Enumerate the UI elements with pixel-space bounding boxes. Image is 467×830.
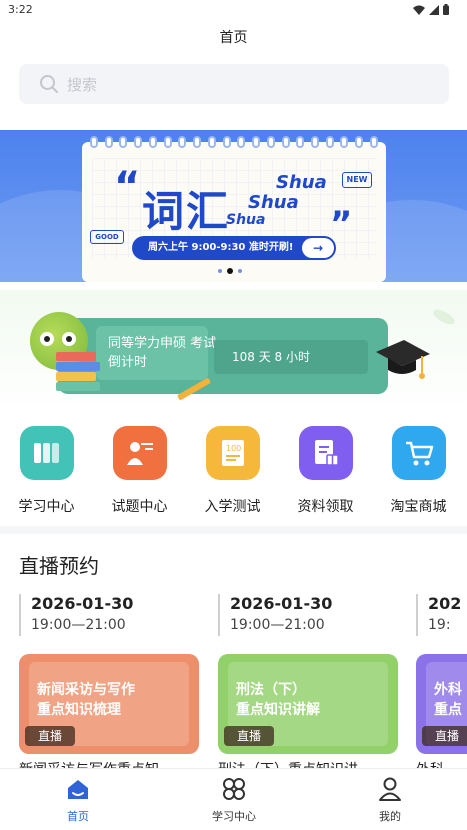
pagination-dot[interactable]	[238, 269, 242, 273]
signal-icon	[429, 4, 439, 15]
bottom-nav: 首页 学习中心 我的	[0, 768, 467, 830]
exam-paper-icon: 100	[205, 426, 260, 480]
quick-label: 试题中心	[111, 499, 168, 515]
quick-label: 资料领取	[297, 499, 354, 515]
quick-taobao-mall[interactable]: 淘宝商城	[372, 426, 465, 516]
app-screen: 3:22 首页 搜索 “ 词汇 Shua Shua Shua ” NEW GOO…	[0, 0, 467, 830]
shopping-cart-icon	[391, 426, 446, 480]
page-title: 首页	[219, 30, 248, 46]
live-tag: 直播	[224, 726, 274, 746]
svg-text:100: 100	[226, 444, 241, 453]
quick-materials[interactable]: 资料领取	[279, 426, 372, 516]
nav-home[interactable]: 首页	[18, 777, 138, 824]
banner-schedule-text: 周六上午 9:00-9:30 准时开刷!	[148, 242, 294, 253]
live-date: 2026-01-30	[31, 594, 134, 613]
banner-pagination	[218, 268, 242, 274]
quick-question-center[interactable]: 试题中心	[93, 426, 186, 516]
live-tag: 直播	[422, 726, 467, 746]
quick-study-center[interactable]: 学习中心	[0, 426, 93, 516]
nav-label: 学习中心	[212, 810, 256, 823]
books-stack-icon	[56, 352, 100, 391]
live-card-title-line: 刑法（下）	[236, 682, 306, 698]
exam-countdown-card[interactable]: 同等学力申硕 考试倒计时 108 天 8 小时	[0, 290, 467, 412]
countdown-label: 同等学力申硕 考试倒计时	[108, 336, 217, 370]
nav-study-center[interactable]: 学习中心	[174, 777, 294, 824]
section-divider	[0, 526, 467, 534]
live-item[interactable]: 2026-01-30 19:00—21:00 新闻采访与写作 重点知识梳理 直播…	[19, 594, 219, 774]
live-date: 202	[428, 594, 462, 613]
live-item[interactable]: 202 19: 外科 重点 直播 外科	[416, 594, 467, 774]
live-time: 19:	[428, 617, 451, 633]
promo-banner[interactable]: “ 词汇 Shua Shua Shua ” NEW GOOD 周六上午 9:00…	[0, 130, 467, 282]
search-placeholder: 搜索	[67, 75, 98, 94]
live-card-title-line: 重点	[434, 702, 462, 718]
grid-icon	[223, 778, 245, 800]
live-date-block: 202 19:	[416, 594, 467, 636]
graduation-cap-icon	[376, 340, 430, 379]
banner-brand-word: Shua	[248, 192, 299, 213]
status-bar: 3:22	[0, 0, 467, 22]
live-item[interactable]: 2026-01-30 19:00—21:00 刑法（下） 重点知识讲解 直播 刑…	[218, 594, 418, 774]
banner-schedule[interactable]: 周六上午 9:00-9:30 准时开刷! →	[132, 236, 336, 260]
wifi-icon	[413, 5, 425, 15]
live-time: 19:00—21:00	[230, 617, 325, 633]
open-quote-icon: “	[114, 164, 141, 210]
live-card-title: 新闻采访与写作 重点知识梳理	[37, 680, 135, 720]
document-gift-icon	[298, 426, 353, 480]
leaf-decoration	[431, 306, 457, 328]
search-input[interactable]: 搜索	[19, 64, 449, 104]
live-cover-card[interactable]: 外科 重点 直播	[416, 654, 467, 754]
user-icon	[379, 777, 401, 801]
nav-mine[interactable]: 我的	[330, 777, 450, 824]
live-card-title-line: 外科	[434, 682, 462, 698]
quick-label: 淘宝商城	[390, 499, 447, 515]
notebook-rings	[90, 136, 378, 150]
nav-label: 首页	[67, 810, 89, 823]
live-card-title-line: 重点知识梳理	[37, 702, 121, 718]
live-card-title: 刑法（下） 重点知识讲解	[236, 680, 320, 720]
live-card-title: 外科 重点	[434, 680, 462, 720]
banner-brand-word: Shua	[276, 172, 327, 193]
live-date-block: 2026-01-30 19:00—21:00	[19, 594, 219, 636]
teacher-icon	[112, 426, 167, 480]
good-tag: GOOD	[90, 230, 124, 244]
new-tag: NEW	[342, 172, 372, 188]
banner-brand-word: Shua	[226, 212, 266, 228]
status-time: 3:22	[8, 3, 33, 16]
live-cover-card[interactable]: 刑法（下） 重点知识讲解 直播	[218, 654, 398, 754]
quick-menu: 学习中心 试题中心 100 入学测试 资料领取 淘宝商城	[0, 426, 467, 518]
live-date-block: 2026-01-30 19:00—21:00	[218, 594, 418, 636]
live-section-title: 直播预约	[19, 554, 99, 578]
live-date: 2026-01-30	[230, 594, 333, 613]
banner-notebook-card: “ 词汇 Shua Shua Shua ” NEW GOOD 周六上午 9:00…	[82, 136, 386, 282]
arrow-right-icon: →	[302, 238, 334, 258]
live-tag: 直播	[25, 726, 75, 746]
quick-entrance-test[interactable]: 100 入学测试	[186, 426, 279, 516]
pagination-dot[interactable]	[218, 269, 222, 273]
close-quote-icon: ”	[330, 204, 353, 244]
live-cover-card[interactable]: 新闻采访与写作 重点知识梳理 直播	[19, 654, 199, 754]
quick-label: 入学测试	[204, 499, 261, 515]
status-icons	[413, 4, 449, 15]
nav-label: 我的	[379, 810, 401, 823]
quick-label: 学习中心	[18, 499, 75, 515]
live-time: 19:00—21:00	[31, 617, 126, 633]
search-icon	[40, 75, 58, 93]
home-icon	[68, 780, 88, 799]
countdown-remaining: 108 天 8 小时	[214, 340, 368, 374]
books-icon	[19, 426, 74, 480]
live-card-title-line: 重点知识讲解	[236, 702, 320, 718]
banner-headline: 词汇	[142, 187, 231, 236]
pagination-dot-active[interactable]	[227, 268, 233, 274]
live-card-title-line: 新闻采访与写作	[37, 682, 135, 698]
battery-icon	[443, 4, 449, 15]
